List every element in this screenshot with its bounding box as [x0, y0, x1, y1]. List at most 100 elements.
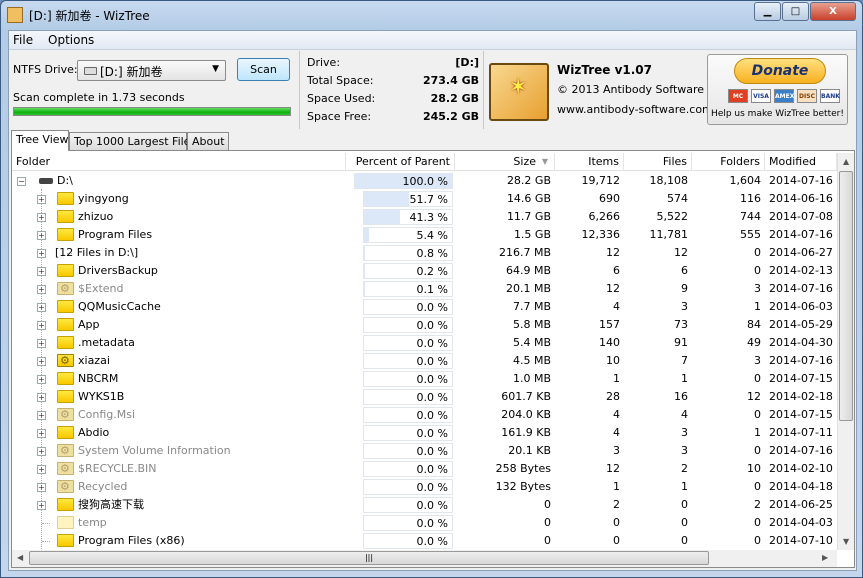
percent-value: 0.1 %: [416, 283, 448, 296]
table-row[interactable]: temp 0.0 % 0 0 0 0 2014-04-03 1: [12, 514, 837, 532]
cell-folders: 84: [747, 318, 761, 331]
percent-bar: 0.2 %: [363, 263, 453, 279]
table-row[interactable]: + ⚙ $RECYCLE.BIN 0.0 % 258 Bytes 12 2 10 2014-02…: [12, 460, 837, 478]
chevron-down-icon: ▼: [212, 64, 219, 74]
scroll-left-icon[interactable]: ◀: [17, 553, 23, 562]
expand-toggle-icon[interactable]: +: [37, 375, 46, 384]
expand-toggle-icon[interactable]: +: [37, 339, 46, 348]
table-row[interactable]: + App 0.0 % 5.8 MB 157 73 84 2014-05-29 1: [12, 316, 837, 334]
table-row[interactable]: + .metadata 0.0 % 5.4 MB 140 91 49 2014-04-30 1: [12, 334, 837, 352]
column-modified[interactable]: Modified: [765, 153, 837, 171]
column-size[interactable]: Size ▼: [455, 153, 555, 171]
expand-toggle-icon[interactable]: +: [37, 285, 46, 294]
expand-toggle-icon[interactable]: +: [37, 321, 46, 330]
menu-file[interactable]: File: [13, 33, 33, 47]
expand-toggle-icon[interactable]: −: [17, 177, 26, 186]
column-files[interactable]: Files: [624, 153, 692, 171]
scan-button[interactable]: Scan: [237, 58, 290, 81]
tab-about[interactable]: About: [187, 132, 229, 150]
percent-value: 51.7 %: [409, 193, 448, 206]
maximize-button[interactable]: □: [782, 2, 809, 21]
expand-toggle-icon[interactable]: +: [37, 213, 46, 222]
column-items[interactable]: Items: [555, 153, 624, 171]
folder-name: D:\: [57, 174, 73, 187]
scroll-right-icon[interactable]: ▶: [822, 553, 828, 562]
percent-bar: 100.0 %: [354, 173, 453, 189]
minimize-button[interactable]: ▁: [754, 2, 781, 21]
drive-select[interactable]: [D:] 新加卷 ▼: [77, 60, 226, 81]
space-free-label: Space Free:: [307, 110, 372, 123]
cell-folders: 0: [754, 534, 761, 547]
space-free-value: 245.2 GB: [422, 110, 479, 123]
table-row[interactable]: + WYKS1B 0.0 % 601.7 KB 28 16 12 2014-02-18 1: [12, 388, 837, 406]
scroll-down-icon[interactable]: ▼: [843, 537, 849, 546]
percent-bar: 0.0 %: [363, 497, 453, 513]
table-row[interactable]: + ⚙ Config.Msi 0.0 % 204.0 KB 4 4 0 2014-07-15 1: [12, 406, 837, 424]
cell-files: 91: [674, 336, 688, 349]
folder-icon: [57, 516, 74, 529]
expand-toggle-icon[interactable]: +: [37, 483, 46, 492]
expand-toggle-icon[interactable]: +: [37, 267, 46, 276]
table-row[interactable]: + ⚙ xiazai 0.0 % 4.5 MB 10 7 3 2014-07-16 1: [12, 352, 837, 370]
expand-toggle-icon[interactable]: +: [37, 447, 46, 456]
window-title: [D:] 新加卷 - WizTree: [29, 9, 150, 23]
expand-toggle-icon[interactable]: +: [37, 249, 46, 258]
system-folder-icon: ⚙: [57, 282, 74, 295]
expand-toggle-icon[interactable]: +: [37, 393, 46, 402]
payment-cards: MC VISA AMEX DISC BANK: [728, 89, 840, 103]
cell-files: 12: [674, 246, 688, 259]
table-row[interactable]: + DriversBackup 0.2 % 64.9 MB 6 6 0 2014-02-13 …: [12, 262, 837, 280]
percent-bar: 0.0 %: [363, 479, 453, 495]
table-row[interactable]: − D:\ 100.0 % 28.2 GB 19,712 18,108 1,604 2014-…: [12, 172, 837, 190]
expand-toggle-icon[interactable]: +: [37, 357, 46, 366]
table-row[interactable]: + [12 Files in D:\] 0.8 % 216.7 MB 12 12 0 2014…: [12, 244, 837, 262]
folder-icon: [57, 300, 74, 313]
table-row[interactable]: + ⚙ $Extend 0.1 % 20.1 MB 12 9 3 2014-07-16 1: [12, 280, 837, 298]
table-row[interactable]: + 搜狗高速下载 0.0 % 0 2 0 2 2014-06-25 1: [12, 496, 837, 514]
website-link[interactable]: www.antibody-software.com: [557, 103, 713, 116]
expand-toggle-icon[interactable]: +: [37, 411, 46, 420]
close-button[interactable]: X: [810, 2, 856, 21]
expand-toggle-icon[interactable]: +: [37, 303, 46, 312]
table-row[interactable]: + ⚙ Recycled 0.0 % 132 Bytes 1 1 0 2014-04-18 1: [12, 478, 837, 496]
table-row[interactable]: + QQMusicCache 0.0 % 7.7 MB 4 3 1 2014-06-03 1: [12, 298, 837, 316]
folder-icon: [57, 210, 74, 223]
donate-button[interactable]: Donate: [734, 58, 826, 84]
table-row[interactable]: + ⚙ System Volume Information 0.0 % 20.1 KB 3…: [12, 442, 837, 460]
table-row[interactable]: Program Files (x86) 0.0 % 0 0 0 0 2014-07-10 1: [12, 532, 837, 550]
scroll-up-icon[interactable]: ▲: [843, 157, 849, 166]
column-folders[interactable]: Folders: [692, 153, 765, 171]
horizontal-scrollbar[interactable]: ◀ ||| ▶: [12, 550, 837, 567]
title-bar: [D:] 新加卷 - WizTree ▁ □ X: [1, 1, 862, 29]
expand-toggle-icon[interactable]: +: [37, 465, 46, 474]
vertical-scrollbar[interactable]: ▲ ▼: [837, 153, 854, 550]
cell-files: 1: [681, 480, 688, 493]
column-percent[interactable]: Percent of Parent: [346, 153, 455, 171]
tab-tree-view[interactable]: Tree View: [11, 130, 69, 151]
expand-toggle-icon[interactable]: +: [37, 195, 46, 204]
expand-toggle-icon[interactable]: +: [37, 429, 46, 438]
menu-options[interactable]: Options: [48, 33, 94, 47]
cell-size: 0: [544, 534, 551, 547]
percent-bar: 0.8 %: [363, 245, 453, 261]
horizontal-scroll-thumb[interactable]: |||: [29, 551, 709, 565]
folder-name: xiazai: [78, 354, 110, 367]
cell-items: 1: [613, 372, 620, 385]
cell-folders: 744: [740, 210, 761, 223]
cell-items: 6,266: [588, 210, 621, 223]
cell-files: 0: [681, 534, 688, 547]
column-folder[interactable]: Folder: [12, 153, 346, 171]
expand-toggle-icon[interactable]: +: [37, 231, 46, 240]
expand-toggle-icon[interactable]: +: [37, 501, 46, 510]
table-row[interactable]: + NBCRM 0.0 % 1.0 MB 1 1 0 2014-07-15 1: [12, 370, 837, 388]
table-row[interactable]: + Abdio 0.0 % 161.9 KB 4 3 1 2014-07-11 1: [12, 424, 837, 442]
tab-top-1000-largest-files[interactable]: Top 1000 Largest Files: [69, 132, 196, 150]
percent-value: 0.0 %: [416, 301, 448, 314]
cell-items: 6: [613, 264, 620, 277]
table-row[interactable]: + zhizuo 41.3 % 11.7 GB 6,266 5,522 744 2014-07…: [12, 208, 837, 226]
table-row[interactable]: + Program Files 5.4 % 1.5 GB 12,336 11,781 555…: [12, 226, 837, 244]
vertical-scroll-thumb[interactable]: [839, 171, 853, 421]
cell-files: 0: [681, 516, 688, 529]
cell-folders: 49: [747, 336, 761, 349]
table-row[interactable]: + yingyong 51.7 % 14.6 GB 690 574 116 2014-06-1…: [12, 190, 837, 208]
